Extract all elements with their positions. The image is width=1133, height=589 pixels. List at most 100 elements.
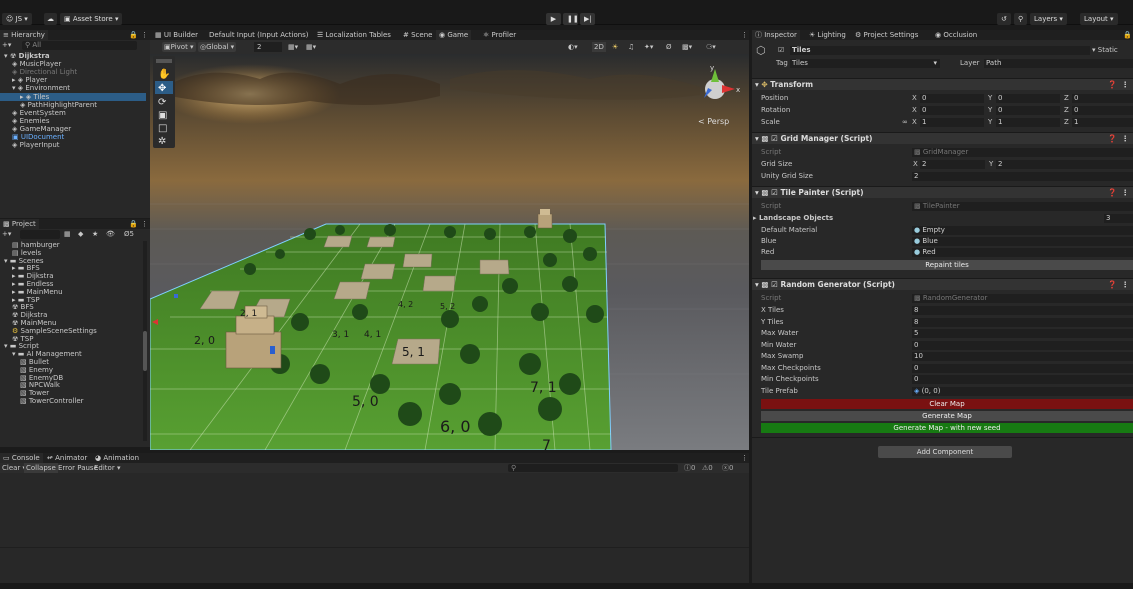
project-item[interactable]: ☢ BFS xyxy=(0,303,142,311)
hierarchy-item[interactable]: ◈ MusicPlayer xyxy=(0,60,146,68)
project-item[interactable]: ▧ Bullet xyxy=(0,358,142,366)
tab-default-input[interactable]: Default Input (Input Actions) xyxy=(206,30,312,40)
grid-size-x-input[interactable]: 2 xyxy=(920,160,985,169)
pivot-dropdown[interactable]: ▣Pivot ▾ xyxy=(162,42,196,52)
settings-icon[interactable]: ⋮ xyxy=(1122,187,1130,199)
tile-painter-header[interactable]: ▾ ▩ ☑ Tile Painter (Script) ❓ ⋮ xyxy=(752,186,1133,198)
hand-tool-icon[interactable]: ✋ xyxy=(158,67,170,80)
persp-label[interactable]: < Persp xyxy=(698,117,729,126)
collapse-button[interactable]: Collapse xyxy=(24,463,58,473)
tab-scene[interactable]: # Scene xyxy=(400,30,435,40)
tab-console[interactable]: ▭ Console xyxy=(0,453,43,463)
favorite-icon[interactable]: ★ xyxy=(92,230,98,239)
hierarchy-item[interactable]: ▾ ◈ Environment xyxy=(0,84,146,92)
project-item[interactable]: ▧ EnemyDB xyxy=(0,374,142,382)
tab-game[interactable]: ◉ Game xyxy=(436,30,472,40)
shading-mode-icon[interactable]: ◐▾ xyxy=(568,42,578,52)
project-item[interactable]: ▸ ▬ MainMenu xyxy=(0,288,142,296)
tab-lighting[interactable]: ☀ Lighting xyxy=(806,30,849,40)
hierarchy-item[interactable]: ◈ EventSystem xyxy=(0,109,146,117)
position-x-input[interactable]: 0 xyxy=(920,94,984,103)
project-item[interactable]: ▧ Tower xyxy=(0,389,142,397)
hierarchy-item[interactable]: ◈ PlayerInput xyxy=(0,141,146,149)
project-search-input[interactable] xyxy=(20,230,60,239)
clear-button[interactable]: Clear ▾ xyxy=(2,463,26,473)
rg-field-input[interactable]: 0 xyxy=(912,363,1133,373)
project-item[interactable]: ▸ ▬ Endless xyxy=(0,280,142,288)
blue-material-field[interactable]: ● Blue xyxy=(912,237,1133,246)
info-count[interactable]: ⓘ0 xyxy=(684,463,695,473)
repaint-tiles-button[interactable]: Repaint tiles xyxy=(761,260,1133,270)
scale-y-input[interactable]: 1 xyxy=(996,118,1060,127)
rg-field-input[interactable]: 0 xyxy=(912,340,1133,350)
help-icon[interactable]: ❓ xyxy=(1108,279,1117,291)
link-icon[interactable]: ∞ xyxy=(902,118,908,127)
project-item[interactable]: ☢ MainMenu xyxy=(0,319,142,327)
tab-occlusion[interactable]: ◉ Occlusion xyxy=(932,30,980,40)
tab-project[interactable]: ▩ Project xyxy=(0,219,39,229)
tab-animation[interactable]: ◕ Animation xyxy=(92,453,142,463)
tab-animator[interactable]: ↫ Animator xyxy=(44,453,90,463)
type-filter-icon[interactable]: ◆ xyxy=(78,230,83,239)
tag-dropdown[interactable]: Tiles ▾ xyxy=(790,59,940,68)
project-item[interactable]: ▤ levels xyxy=(0,249,142,257)
transform-tool-icon[interactable]: ✲ xyxy=(158,136,166,147)
asset-store-button[interactable]: ▣ Asset Store ▾ xyxy=(60,13,123,25)
hierarchy-item[interactable]: ▣ UIDocument xyxy=(0,133,146,141)
generate-map-button[interactable]: Generate Map xyxy=(761,411,1133,421)
clear-map-button[interactable]: Clear Map xyxy=(761,399,1133,409)
move-tool-icon[interactable]: ✥ xyxy=(158,83,166,94)
help-icon[interactable]: ❓ xyxy=(1108,133,1117,145)
rg-field-input[interactable]: 10 xyxy=(912,352,1133,361)
search-button[interactable]: ⚲ xyxy=(1014,13,1028,25)
lighting-toggle-icon[interactable]: ☀ xyxy=(612,42,618,52)
random-generator-header[interactable]: ▾ ▩ ☑ Random Generator (Script) ❓ ⋮ xyxy=(752,278,1133,290)
error-pause-button[interactable]: Error Pause xyxy=(58,463,98,473)
layers-dropdown[interactable]: Layers ▾ xyxy=(1030,13,1067,25)
settings-icon[interactable]: ⋮ xyxy=(1122,79,1130,91)
error-count[interactable]: ⓧ0 xyxy=(722,463,733,473)
camera-icon[interactable]: ▩▾ xyxy=(682,42,692,52)
red-material-field[interactable]: ● Red xyxy=(912,248,1133,257)
filter-icon[interactable]: ▦ xyxy=(64,230,71,239)
play-button[interactable]: ▶ xyxy=(546,13,561,25)
position-z-input[interactable]: 0 xyxy=(1072,94,1133,103)
hierarchy-item[interactable]: ◈ Enemies xyxy=(0,117,146,125)
unity-grid-input[interactable]: 2 xyxy=(912,172,1133,181)
scale-z-input[interactable]: 1 xyxy=(1072,118,1133,127)
project-item[interactable]: ▧ Enemy xyxy=(0,366,142,374)
editor-dropdown[interactable]: Editor ▾ xyxy=(94,463,120,473)
grid-size-y-input[interactable]: 2 xyxy=(996,160,1133,169)
history-button[interactable]: ↺ xyxy=(997,13,1011,25)
hierarchy-item[interactable]: ▸ ◈ Player xyxy=(0,76,146,84)
help-icon[interactable]: ❓ xyxy=(1108,187,1117,199)
grid-manager-header[interactable]: ▾ ▩ ☑ Grid Manager (Script) ❓ ⋮ xyxy=(752,132,1133,144)
tab-localization[interactable]: ☰ Localization Tables xyxy=(314,30,394,40)
static-toggle[interactable]: ▾ Static xyxy=(1092,46,1118,55)
project-item[interactable]: ▾ ▬ Script xyxy=(0,342,142,350)
settings-icon[interactable]: ⋮ xyxy=(1122,133,1130,145)
project-item[interactable]: ▾ ▬ Scenes xyxy=(0,257,142,265)
snap-increment-icon[interactable]: ▦▾ xyxy=(306,42,316,52)
2d-toggle[interactable]: 2D xyxy=(592,42,606,52)
layer-dropdown[interactable]: Path xyxy=(984,59,1133,68)
layout-dropdown[interactable]: Layout ▾ xyxy=(1080,13,1118,25)
tab-project-settings[interactable]: ⚙ Project Settings xyxy=(852,30,921,40)
project-item[interactable]: ▸ ▬ BFS xyxy=(0,264,142,272)
rg-field-input[interactable]: 0 xyxy=(912,375,1133,384)
project-item[interactable]: ▾ ▬ AI Management xyxy=(0,350,142,358)
tab-profiler[interactable]: ⚛ Profiler xyxy=(480,30,519,40)
hierarchy-item[interactable]: ▸ ◈ Tiles xyxy=(0,92,146,101)
scale-x-input[interactable]: 1 xyxy=(920,118,984,127)
project-item[interactable]: ▧ TowerController xyxy=(0,397,142,405)
rotation-x-input[interactable]: 0 xyxy=(920,106,984,115)
add-icon[interactable]: +▾ xyxy=(2,41,11,50)
kebab-menu-icon[interactable]: ⋮ xyxy=(738,453,751,463)
position-y-input[interactable]: 0 xyxy=(996,94,1060,103)
hidden-objects-icon[interactable]: Ø xyxy=(666,42,672,52)
transform-header[interactable]: ▾ ✥ Transform ❓ ⋮ xyxy=(752,78,1133,90)
tab-hierarchy[interactable]: ≡ Hierarchy xyxy=(0,30,48,40)
kebab-menu-icon[interactable]: ⋮ xyxy=(738,30,751,40)
rg-field-input[interactable]: 8 xyxy=(912,306,1133,315)
project-item[interactable]: ▧ NPCWalk xyxy=(0,381,142,389)
